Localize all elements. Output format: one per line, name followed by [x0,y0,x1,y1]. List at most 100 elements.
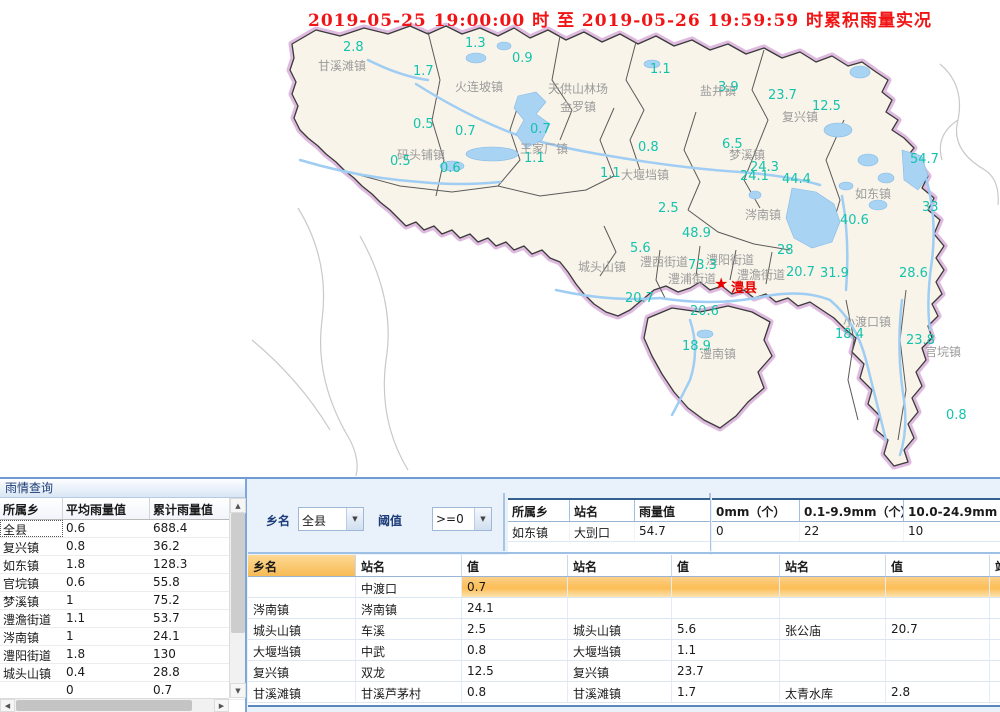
table-cell[interactable]: 0.6 [63,574,150,591]
table-cell[interactable] [568,598,672,618]
table-row[interactable]: 中渡口0.7 [248,577,1000,598]
table-row[interactable]: 涔南镇涔南镇24.1 [248,598,1000,619]
table-cell[interactable]: 24.1 [462,598,568,618]
table-cell[interactable]: 车溪 [356,619,462,639]
scroll-down-icon[interactable]: ▼ [230,683,246,698]
table-cell[interactable]: 54.7 [635,522,710,541]
table-cell[interactable]: 1.1 [63,610,150,627]
table-cell[interactable]: 如东镇 [508,522,570,541]
table-row[interactable]: 复兴镇双龙12.5复兴镇23.7 [248,661,1000,682]
table-cell[interactable]: 0.8 [462,682,568,702]
table-cell[interactable]: 大剅口 [570,522,635,541]
table-cell[interactable]: 24.1 [150,628,228,645]
column-header[interactable]: 0.1-9.9mm（个） [800,500,904,521]
table-row[interactable]: 如东镇 大剅口 54.7 [508,522,710,542]
chevron-down-icon[interactable]: ▼ [346,508,363,530]
column-header[interactable]: 雨量值 [635,500,710,521]
table-cell[interactable]: 张公庙 [780,619,886,639]
table-cell[interactable] [990,598,1000,618]
table-cell[interactable]: 城头山镇 [248,619,356,639]
table-cell[interactable]: 城头山镇 [0,664,63,681]
table-row[interactable]: 官垸镇0.655.8 [0,574,245,592]
table-cell[interactable]: 澧阳街道 [0,646,63,663]
table-cell[interactable] [672,577,780,597]
table-cell[interactable]: 复兴镇 [0,538,63,555]
column-header-total[interactable]: 累计雨量值 [150,498,228,519]
table-cell[interactable]: 130 [150,646,228,663]
table-cell[interactable]: 688.4 [150,520,228,537]
table-cell[interactable] [990,682,1000,702]
table-cell[interactable]: 复兴镇 [248,661,356,681]
vertical-scrollbar[interactable]: ▲ ▼ [229,498,245,698]
table-cell[interactable]: 1 [63,628,150,645]
table-cell[interactable]: 涔南镇 [248,598,356,618]
table-cell[interactable] [672,598,780,618]
column-header[interactable]: 10.0-24.9mm（个） [904,500,1000,521]
table-row[interactable]: 梦溪镇175.2 [0,592,245,610]
column-header[interactable]: 值 [462,555,568,576]
table-cell[interactable]: 1.8 [63,646,150,663]
table-row[interactable]: 澧澹街道1.153.7 [0,610,245,628]
table-cell[interactable] [990,640,1000,660]
scroll-thumb[interactable] [16,700,192,711]
column-header[interactable]: 站名 [780,555,886,576]
table-cell[interactable]: 0.8 [63,538,150,555]
table-cell[interactable]: 0 [712,522,800,541]
table-cell[interactable] [780,577,886,597]
table-cell[interactable]: 0.7 [150,682,228,699]
threshold-filter-select[interactable]: >=0 ▼ [432,507,492,531]
column-header[interactable]: 0mm（个） [712,500,800,521]
table-row[interactable]: 大堰垱镇中武0.8大堰垱镇1.1 [248,640,1000,661]
table-cell[interactable]: 0.7 [462,577,568,597]
table-cell[interactable]: 涔南镇 [0,628,63,645]
table-cell[interactable]: 涔南镇 [356,598,462,618]
column-header[interactable]: 站名 [568,555,672,576]
table-cell[interactable] [0,682,63,699]
table-cell[interactable] [886,640,990,660]
table-cell[interactable] [568,577,672,597]
table-cell[interactable]: 22 [800,522,904,541]
table-cell[interactable]: 官垸镇 [0,574,63,591]
column-header[interactable]: 站名 [356,555,462,576]
scroll-thumb[interactable] [231,513,245,633]
table-cell[interactable]: 0 [63,682,150,699]
scroll-right-icon[interactable]: ▶ [214,699,229,712]
scroll-up-icon[interactable]: ▲ [230,498,246,513]
table-row[interactable]: 澧阳街道1.8130 [0,646,245,664]
table-cell[interactable]: 2.8 [886,682,990,702]
table-cell[interactable] [248,577,356,597]
column-header[interactable]: 值 [886,555,990,576]
table-row[interactable]: 城头山镇0.428.8 [0,664,245,682]
table-cell[interactable]: 甘溪滩镇 [568,682,672,702]
table-cell[interactable]: 1.7 [672,682,780,702]
table-cell[interactable]: 20.7 [886,619,990,639]
table-cell[interactable]: 0.4 [63,664,150,681]
table-cell[interactable]: 复兴镇 [568,661,672,681]
chevron-down-icon[interactable]: ▼ [474,508,491,530]
table-cell[interactable]: 5.6 [672,619,780,639]
table-cell[interactable]: 澧澹街道 [0,610,63,627]
table-cell[interactable]: 1.8 [63,556,150,573]
table-cell[interactable]: 36.2 [150,538,228,555]
table-cell[interactable]: 10 [904,522,1000,541]
table-cell[interactable]: 梦溪镇 [0,592,63,609]
table-cell[interactable]: 1 [63,592,150,609]
table-cell[interactable] [780,598,886,618]
scroll-left-icon[interactable]: ◀ [0,699,15,712]
table-row[interactable]: 全县0.6688.4 [0,520,245,538]
table-cell[interactable]: 中渡口 [356,577,462,597]
table-cell[interactable]: 甘溪滩镇 [248,682,356,702]
table-cell[interactable] [780,640,886,660]
column-header[interactable]: 站名 [990,555,1000,576]
table-cell[interactable]: 0.8 [462,640,568,660]
horizontal-scrollbar[interactable]: ◀ ▶ [0,698,229,712]
table-row[interactable]: 甘溪滩镇甘溪芦茅村0.8甘溪滩镇1.7太青水库2.8 [248,682,1000,703]
table-cell[interactable]: 75.2 [150,592,228,609]
column-header[interactable]: 乡名 [248,555,356,576]
table-row[interactable]: 0 22 10 [712,522,1000,542]
table-cell[interactable]: 城头山镇 [568,619,672,639]
table-cell[interactable]: 全县 [0,520,63,537]
table-cell[interactable]: 0.6 [63,520,150,537]
column-header[interactable]: 所属乡 [508,500,570,521]
table-cell[interactable] [886,661,990,681]
